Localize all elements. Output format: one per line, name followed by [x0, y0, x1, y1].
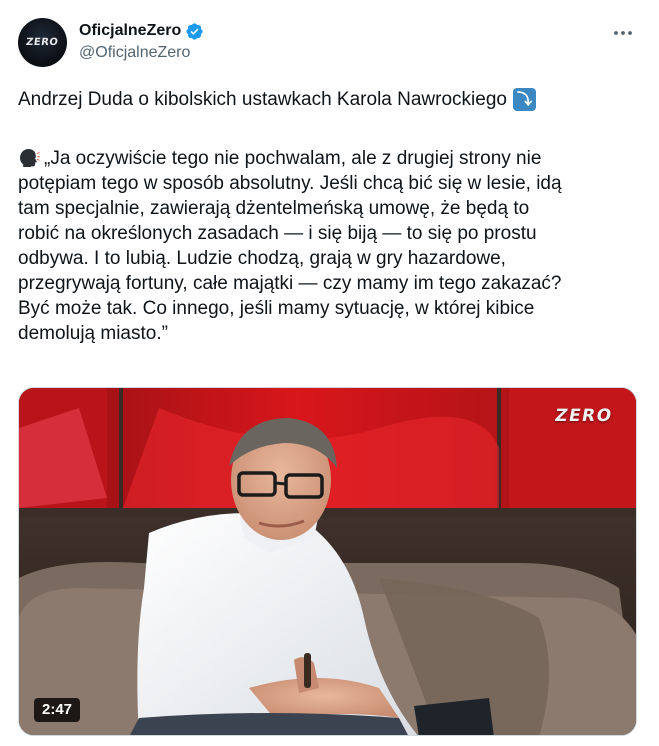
- quote-line: „Ja oczywiście tego nie pochwalam, ale z…: [18, 146, 643, 171]
- speaking-head-icon: [20, 149, 40, 167]
- tweet-text: Andrzej Duda o kibolskich ustawkach Karo…: [18, 87, 643, 346]
- quote-line: robić na określonych zasadach — i się bi…: [18, 223, 537, 244]
- quote-line: Być może tak. Co innego, jeśli mamy sytu…: [18, 298, 535, 319]
- video-player[interactable]: ZERO 2:47: [18, 387, 637, 736]
- quote-line: przegrywają fortuny, całe majątki — czy …: [18, 273, 562, 294]
- quote-line: tam specjalnie, zawierają dżentelmeńską …: [18, 198, 530, 219]
- author-handle[interactable]: @OficjalneZero: [79, 43, 204, 63]
- author-names: OficjalneZero @OficjalneZero: [79, 21, 204, 63]
- quote-block: „Ja oczywiście tego nie pochwalam, ale z…: [18, 146, 643, 346]
- more-horizontal-icon: [614, 31, 632, 35]
- quote-line: demolują miasto.”: [18, 323, 168, 344]
- display-name[interactable]: OficjalneZero: [79, 21, 181, 41]
- verified-badge-icon[interactable]: [185, 22, 204, 41]
- video-channel-logo: ZERO: [552, 406, 614, 426]
- arrow-down-icon: ⤵: [512, 88, 536, 111]
- video-thumbnail: [19, 388, 636, 735]
- more-options-button[interactable]: [609, 22, 637, 44]
- headline: Andrzej Duda o kibolskich ustawkach Karo…: [18, 89, 507, 110]
- quote-line: potępiam tego w sposób absolutny. Jeśli …: [18, 173, 562, 194]
- tweet-card: ZERO OficjalneZero @OficjalneZero Andrze…: [0, 0, 659, 746]
- video-duration-badge: 2:47: [34, 698, 81, 722]
- headline-row: Andrzej Duda o kibolskich ustawkach Karo…: [18, 87, 643, 112]
- avatar[interactable]: ZERO: [18, 18, 67, 67]
- quote-line: odbywa. I to lubią. Ludzie chodzą, grają…: [18, 248, 506, 269]
- tweet-header: ZERO OficjalneZero @OficjalneZero: [18, 18, 641, 70]
- display-name-row: OficjalneZero: [79, 21, 204, 41]
- avatar-logo: ZERO: [25, 37, 60, 48]
